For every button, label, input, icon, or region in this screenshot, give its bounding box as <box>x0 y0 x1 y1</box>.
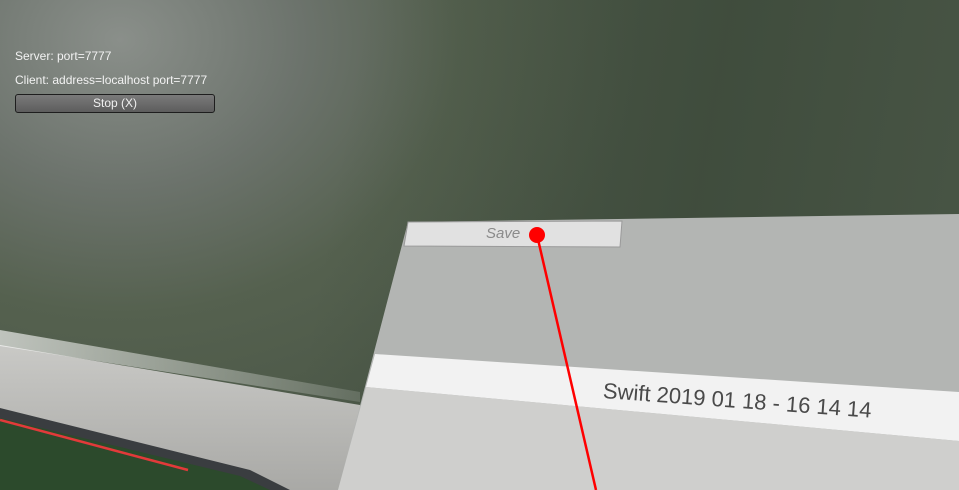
stop-button[interactable]: Stop (X) <box>15 94 215 113</box>
server-status: Server: port=7777 <box>15 49 112 63</box>
client-status: Client: address=localhost port=7777 <box>15 73 208 87</box>
vr-scene: Save Swift 2019 01 18 - 16 14 14 Server:… <box>0 0 959 490</box>
laser-pointer-dot <box>529 227 545 243</box>
network-hud: Server: port=7777 Client: address=localh… <box>15 48 207 96</box>
save-button-label: Save <box>486 225 521 242</box>
